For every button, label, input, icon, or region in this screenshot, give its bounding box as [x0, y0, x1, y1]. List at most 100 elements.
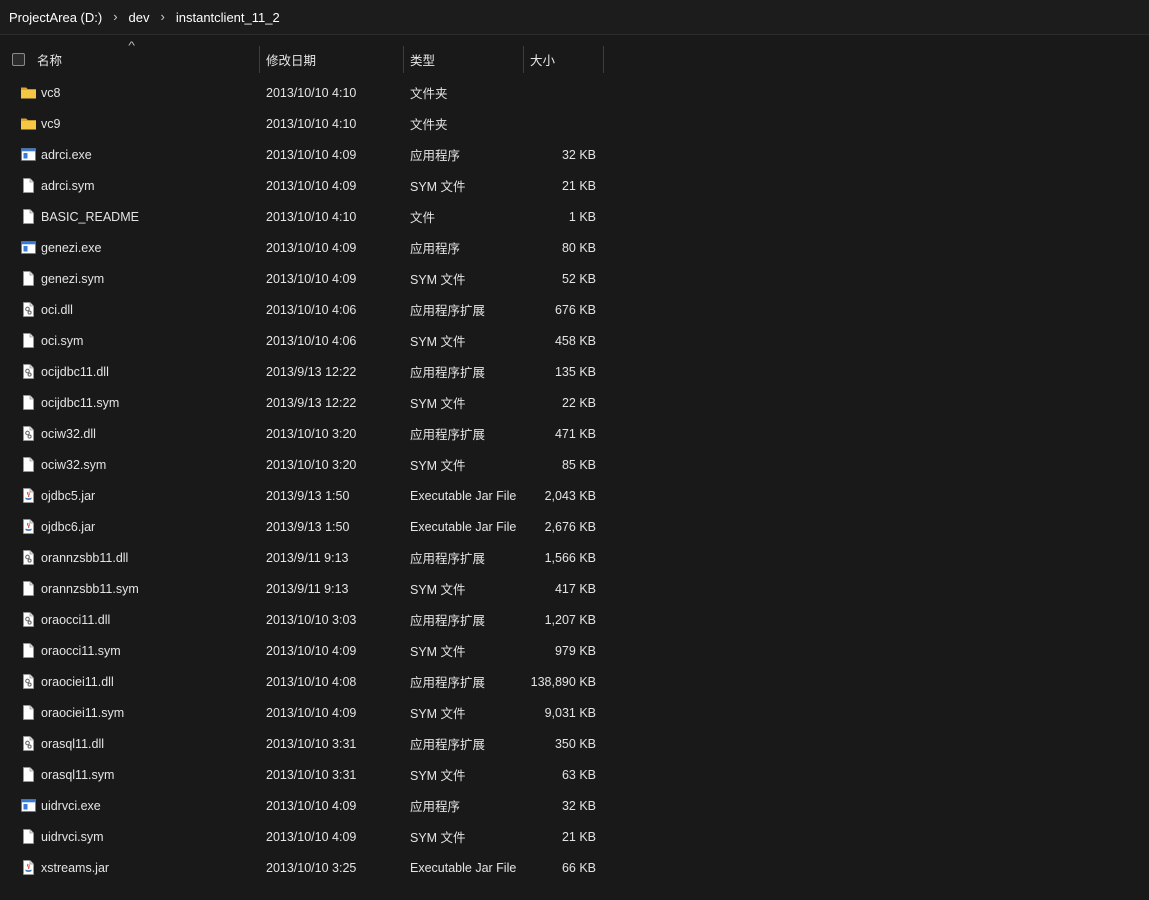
breadcrumb-item-current[interactable]: instantclient_11_2: [176, 10, 280, 25]
file-row[interactable]: ocijdbc11.sym 2013/9/13 12:22 SYM 文件 22 KB: [0, 387, 1149, 418]
file-row[interactable]: ojdbc6.jar 2013/9/13 1:50 Executable Jar F…: [0, 511, 1149, 542]
chevron-right-icon[interactable]: ›: [113, 9, 117, 24]
file-date-modified: 2013/10/10 4:09: [266, 829, 357, 844]
file-date-modified: 2013/10/10 4:10: [266, 116, 357, 131]
file-name: oci.sym: [41, 333, 84, 348]
file-row[interactable]: xstreams.jar 2013/10/10 3:25 Executable Ja…: [0, 852, 1149, 883]
file-date-modified: 2013/9/11 9:13: [266, 550, 349, 565]
file-row[interactable]: vc8 2013/10/10 4:10 文件夹: [0, 77, 1149, 108]
file-date-modified: 2013/9/13 12:22: [266, 364, 357, 379]
file-row[interactable]: oraocci11.sym 2013/10/10 4:09 SYM 文件 979 KB: [0, 635, 1149, 666]
column-header-size[interactable]: 大小: [530, 44, 602, 74]
file-icon: [20, 642, 37, 659]
column-header-name-label: 名称: [37, 53, 63, 68]
file-row[interactable]: adrci.sym 2013/10/10 4:09 SYM 文件 21 KB: [0, 170, 1149, 201]
file-name: orasql11.dll: [41, 736, 105, 751]
file-name: ociw32.sym: [41, 457, 107, 472]
column-header: 名称 ^ 修改日期 类型 大小: [0, 40, 1149, 74]
file-row[interactable]: orasql11.sym 2013/10/10 3:31 SYM 文件 63 KB: [0, 759, 1149, 790]
file-type: SYM 文件: [410, 769, 466, 783]
file-date-modified: 2013/10/10 4:09: [266, 705, 357, 720]
file-icon: [20, 456, 37, 473]
file-type: SYM 文件: [410, 459, 466, 473]
file-size: 2,043 KB: [544, 488, 596, 503]
folder-icon: [20, 115, 37, 132]
file-size: 350 KB: [554, 736, 596, 751]
file-row[interactable]: BASIC_README 2013/10/10 4:10 文件 1 KB: [0, 201, 1149, 232]
file-row[interactable]: uidrvci.sym 2013/10/10 4:09 SYM 文件 21 KB: [0, 821, 1149, 852]
file-row[interactable]: genezi.exe 2013/10/10 4:09 应用程序 80 KB: [0, 232, 1149, 263]
file-size: 135 KB: [554, 364, 596, 379]
file-row[interactable]: uidrvci.exe 2013/10/10 4:09 应用程序 32 KB: [0, 790, 1149, 821]
file-name: oraociei11.dll: [41, 674, 114, 689]
column-header-date-label: 修改日期: [266, 53, 317, 68]
file-date-modified: 2013/9/13 12:22: [266, 395, 357, 410]
file-type: SYM 文件: [410, 645, 466, 659]
file-size: 1 KB: [568, 209, 596, 224]
file-row[interactable]: orasql11.dll 2013/10/10 3:31 应用程序扩展 350 KB: [0, 728, 1149, 759]
file-type: 应用程序扩展: [410, 552, 486, 566]
file-row[interactable]: oraocci11.dll 2013/10/10 3:03 应用程序扩展 1,207 …: [0, 604, 1149, 635]
file-icon: [20, 208, 37, 225]
dll-icon: [20, 363, 37, 380]
dll-icon: [20, 425, 37, 442]
file-type: 文件夹: [410, 87, 448, 101]
column-divider[interactable]: [403, 46, 404, 73]
column-header-date[interactable]: 修改日期: [266, 44, 402, 74]
file-row[interactable]: ociw32.sym 2013/10/10 3:20 SYM 文件 85 KB: [0, 449, 1149, 480]
column-header-type-label: 类型: [410, 53, 436, 68]
file-date-modified: 2013/10/10 4:06: [266, 333, 357, 348]
file-row[interactable]: ocijdbc11.dll 2013/9/13 12:22 应用程序扩展 135 KB: [0, 356, 1149, 387]
file-size: 21 KB: [561, 829, 596, 844]
file-type: SYM 文件: [410, 397, 466, 411]
dll-icon: [20, 673, 37, 690]
file-name: vc9: [41, 116, 61, 131]
file-date-modified: 2013/10/10 3:31: [266, 736, 357, 751]
file-type: 文件夹: [410, 118, 448, 132]
dll-icon: [20, 301, 37, 318]
breadcrumb-item-dev[interactable]: dev: [129, 10, 150, 25]
file-date-modified: 2013/10/10 3:31: [266, 767, 357, 782]
column-header-size-label: 大小: [530, 53, 556, 68]
file-icon: [20, 766, 37, 783]
column-divider[interactable]: [603, 46, 604, 73]
file-date-modified: 2013/10/10 4:09: [266, 271, 357, 286]
column-divider[interactable]: [523, 46, 524, 73]
column-divider[interactable]: [259, 46, 260, 73]
file-type: 应用程序扩展: [410, 676, 486, 690]
select-all-checkbox[interactable]: [12, 53, 25, 66]
file-date-modified: 2013/9/11 9:13: [266, 581, 349, 596]
sort-ascending-icon: ^: [128, 40, 135, 52]
file-type: 应用程序: [410, 242, 461, 256]
file-type: SYM 文件: [410, 335, 466, 349]
file-type: 应用程序: [410, 800, 461, 814]
breadcrumb-item-drive[interactable]: ProjectArea (D:): [9, 10, 102, 25]
file-date-modified: 2013/9/13 1:50: [266, 519, 350, 534]
file-type: SYM 文件: [410, 707, 466, 721]
file-list: vc8 2013/10/10 4:10 文件夹 vc9 2013/10/10 4:10 文…: [0, 77, 1149, 883]
column-header-name[interactable]: 名称: [37, 44, 259, 74]
file-row[interactable]: ociw32.dll 2013/10/10 3:20 应用程序扩展 471 KB: [0, 418, 1149, 449]
file-icon: [20, 332, 37, 349]
file-icon: [20, 580, 37, 597]
file-row[interactable]: oraociei11.sym 2013/10/10 4:09 SYM 文件 9,031…: [0, 697, 1149, 728]
exe-icon: [20, 797, 37, 814]
file-row[interactable]: genezi.sym 2013/10/10 4:09 SYM 文件 52 KB: [0, 263, 1149, 294]
file-row[interactable]: oci.dll 2013/10/10 4:06 应用程序扩展 676 KB: [0, 294, 1149, 325]
file-date-modified: 2013/10/10 4:09: [266, 178, 357, 193]
file-type: SYM 文件: [410, 831, 466, 845]
file-row[interactable]: oraociei11.dll 2013/10/10 4:08 应用程序扩展 138,8…: [0, 666, 1149, 697]
file-type: Executable Jar File: [410, 860, 517, 875]
file-row[interactable]: orannzsbb11.sym 2013/9/11 9:13 SYM 文件 417 K…: [0, 573, 1149, 604]
file-row[interactable]: orannzsbb11.dll 2013/9/11 9:13 应用程序扩展 1,566…: [0, 542, 1149, 573]
file-size: 22 KB: [561, 395, 596, 410]
file-row[interactable]: adrci.exe 2013/10/10 4:09 应用程序 32 KB: [0, 139, 1149, 170]
file-row[interactable]: vc9 2013/10/10 4:10 文件夹: [0, 108, 1149, 139]
file-row[interactable]: oci.sym 2013/10/10 4:06 SYM 文件 458 KB: [0, 325, 1149, 356]
column-header-type[interactable]: 类型: [410, 44, 522, 74]
chevron-right-icon[interactable]: ›: [161, 9, 165, 24]
file-size: 676 KB: [554, 302, 596, 317]
file-name: ocijdbc11.dll: [41, 364, 109, 379]
file-row[interactable]: ojdbc5.jar 2013/9/13 1:50 Executable Jar F…: [0, 480, 1149, 511]
file-icon: [20, 270, 37, 287]
